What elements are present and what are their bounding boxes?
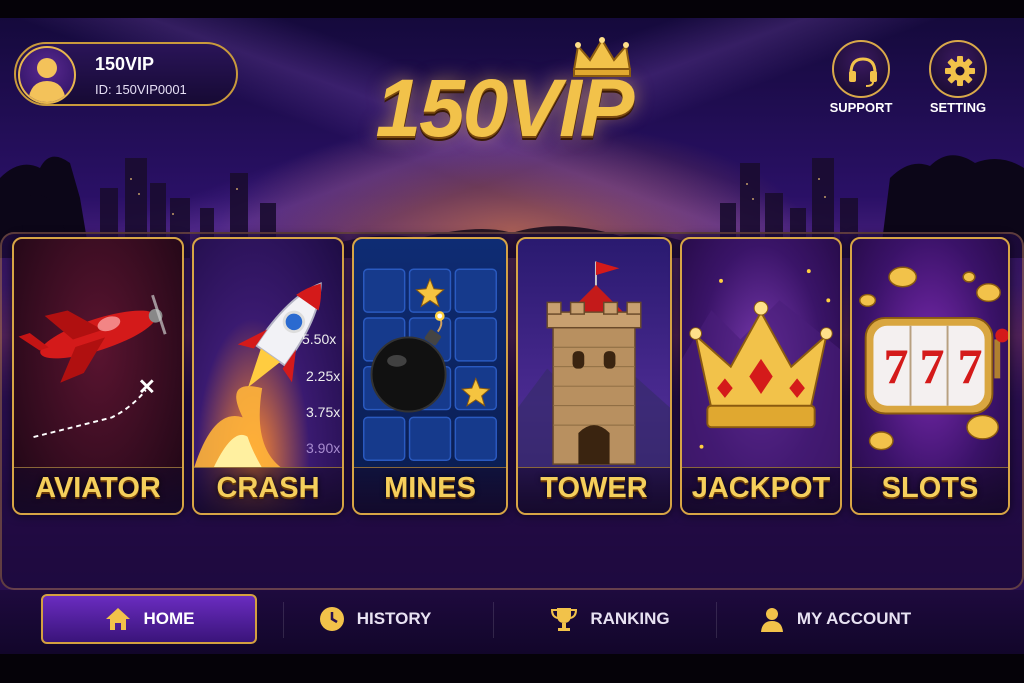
support-label: SUPPORT (829, 100, 893, 115)
setting-button[interactable]: SETTING (923, 40, 993, 120)
nav-home[interactable]: HOME (41, 594, 257, 644)
clock-icon (319, 607, 344, 631)
multiplier-label: 5.50x (302, 331, 337, 347)
game-title: CRASH (216, 472, 320, 504)
setting-label: SETTING (929, 100, 987, 115)
nav-divider (283, 602, 284, 638)
crown-icon (682, 269, 840, 469)
nav-label: MY ACCOUNT (796, 609, 912, 628)
multiplier-label: 2.25x (306, 368, 341, 384)
slot-reel-symbol: 7 (919, 338, 945, 394)
multiplier-label: 3.90x (306, 440, 341, 456)
profile-user-id: ID: 150VIP0001 (95, 82, 187, 97)
support-button[interactable]: SUPPORT (826, 40, 896, 120)
rocket-icon (194, 282, 322, 468)
user-icon (760, 608, 783, 632)
game-title: SLOTS (881, 472, 979, 504)
logo-crown-icon (572, 37, 632, 77)
castle-tower-icon (518, 261, 670, 469)
user-silhouette-icon (28, 58, 66, 102)
nav-ranking[interactable]: RANKING (530, 594, 690, 644)
slot-reel-symbol: 7 (957, 338, 983, 394)
gear-icon (945, 56, 975, 86)
game-card-crash[interactable]: 5.50x 2.25x 3.75x 3.90x CRASH (192, 237, 344, 515)
trophy-icon (551, 608, 578, 631)
mines-grid (363, 268, 497, 461)
profile-username: 150VIP (95, 54, 155, 74)
profile-badge[interactable]: 150VIP ID: 150VIP0001 (14, 42, 238, 106)
multiplier-label: 3.75x (306, 404, 341, 420)
game-title: AVIATOR (35, 472, 161, 504)
support-circle[interactable] (832, 40, 890, 98)
logo-text: 150VIP (375, 63, 635, 154)
headset-icon (849, 57, 877, 87)
nav-divider (716, 602, 717, 638)
nav-history[interactable]: HISTORY (300, 594, 450, 644)
game-title: JACKPOT (691, 472, 831, 504)
nav-label: HISTORY (356, 609, 432, 628)
brand-logo: 150VIP (318, 37, 690, 170)
avatar[interactable] (18, 46, 76, 104)
game-card-tower[interactable]: TOWER (516, 237, 672, 515)
nav-divider (493, 602, 494, 638)
nav-label: HOME (143, 609, 195, 628)
app-screen: 150VIP ID: 150VIP0001 150VIP SUPPORT SET… (0, 0, 1024, 683)
game-card-slots[interactable]: 7 7 7 SLOTS (850, 237, 1010, 515)
nav-my-account[interactable]: MY ACCOUNT (745, 594, 925, 644)
setting-circle[interactable] (929, 40, 987, 98)
nav-label: RANKING (590, 609, 670, 628)
airplane-icon (18, 294, 167, 438)
game-title: TOWER (540, 472, 648, 504)
game-card-jackpot[interactable]: JACKPOT (680, 237, 842, 515)
game-card-mines[interactable]: MINES (352, 237, 508, 515)
home-icon (105, 608, 130, 630)
game-card-aviator[interactable]: AVIATOR (12, 237, 184, 515)
game-title: MINES (384, 472, 476, 504)
slot-reel-symbol: 7 (883, 338, 909, 394)
